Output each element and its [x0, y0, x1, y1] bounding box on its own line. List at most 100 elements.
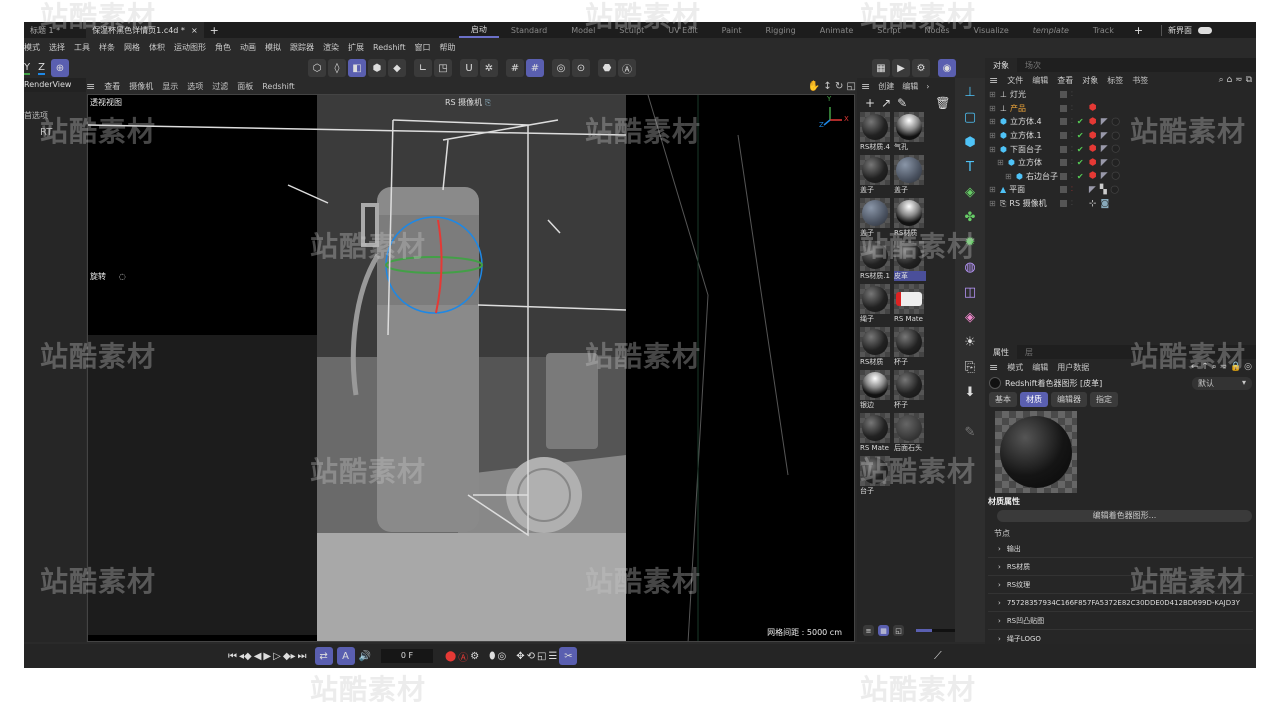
play-icon[interactable]: ▶	[263, 651, 271, 662]
tab-layers[interactable]: 层	[1017, 345, 1041, 359]
list-view-icon[interactable]: ≡	[863, 625, 874, 636]
edit-menu[interactable]: 编辑	[1032, 362, 1048, 373]
camera-tool-icon[interactable]: ⎘	[959, 356, 981, 378]
attribute-subtab[interactable]: 编辑器	[1051, 391, 1087, 407]
workspace-tab[interactable]: Sculpt	[607, 22, 656, 38]
scale-key-icon[interactable]: ◱	[537, 651, 546, 662]
auto-key-icon[interactable]: Ⓐ	[458, 649, 468, 664]
material-swatch[interactable]: 盖子	[860, 198, 892, 238]
material-swatch[interactable]: 杯子	[894, 327, 926, 367]
tree-expander[interactable]: ⊞	[989, 185, 997, 194]
visibility-dots[interactable]: ⁚	[1071, 186, 1073, 193]
tab-takes[interactable]: 场次	[1017, 58, 1049, 72]
material-swatch[interactable]: 杯子	[894, 370, 926, 410]
large-view-icon[interactable]: ◱	[893, 625, 904, 636]
material-tag-icon[interactable]: ⬢	[1089, 171, 1097, 181]
enabled-check-icon[interactable]: ✔	[1077, 131, 1085, 140]
enabled-check-icon[interactable]: ✔	[1077, 158, 1085, 167]
search-icon[interactable]: ⌕	[1212, 362, 1217, 372]
edit-icon[interactable]	[1060, 91, 1067, 99]
hamburger-icon[interactable]: ≡	[86, 80, 95, 93]
hamburger-icon[interactable]: ≡	[861, 80, 870, 93]
node-item[interactable]: › 输出	[988, 540, 1253, 558]
hamburger-icon[interactable]: ≡	[989, 361, 998, 374]
z-axis-toggle[interactable]: Z	[38, 62, 45, 75]
uvw-tag-icon[interactable]: ◤	[1101, 117, 1108, 127]
lock-icon[interactable]: 🔒	[1230, 362, 1241, 372]
material-ball-icon[interactable]: ●	[1112, 171, 1120, 181]
menu-item[interactable]: 渲染	[323, 42, 339, 53]
hamburger-icon[interactable]: ≡	[989, 74, 998, 87]
edit-icon[interactable]	[1060, 172, 1067, 180]
object-row[interactable]: ⊞ ⬢ 立方体 ⁚ ✔ ⬢ ◤ ●	[985, 156, 1256, 170]
next-key-icon[interactable]: ◆▸	[283, 651, 296, 662]
material-swatch[interactable]: RS材质	[860, 327, 892, 367]
menu-item[interactable]: 扩展	[348, 42, 364, 53]
viewport-menu-item[interactable]: 面板	[237, 81, 253, 92]
delete-icon[interactable]: 🗑	[935, 96, 950, 110]
preset-dropdown[interactable]: 默认 ▾	[1192, 376, 1252, 390]
menu-item[interactable]: 动画	[240, 42, 256, 53]
tab-objects[interactable]: 对象	[985, 58, 1017, 72]
filter-icon[interactable]: ≂	[1235, 75, 1243, 85]
auto-icon[interactable]: Ⓐ	[618, 59, 636, 77]
object-menu-item[interactable]: 标签	[1107, 75, 1123, 86]
pla-key-icon[interactable]: ✂	[559, 647, 578, 665]
add-tab-button[interactable]: +	[210, 24, 219, 37]
material-swatch[interactable]: RS材质.4	[860, 112, 892, 152]
camera-tag-icon[interactable]: ◙	[1100, 199, 1109, 209]
object-menu-item[interactable]: 编辑	[1032, 75, 1048, 86]
go-to-start-icon[interactable]: ⏮	[228, 651, 237, 662]
uvw-tag-icon[interactable]: ◤	[1101, 144, 1108, 154]
user-data-menu[interactable]: 用户数据	[1057, 362, 1089, 373]
enabled-check-icon[interactable]: ✔	[1077, 117, 1085, 126]
solo-icon[interactable]: ◳	[434, 59, 452, 77]
viewport-menu-item[interactable]: 摄像机	[129, 81, 153, 92]
spline-icon[interactable]: ▢	[959, 106, 981, 128]
edit-icon[interactable]	[1060, 159, 1067, 167]
material-tag-icon[interactable]: ⬢	[1089, 144, 1097, 154]
position-key-icon[interactable]: ✥	[516, 651, 524, 662]
tag-icon[interactable]: ⬇	[959, 381, 981, 403]
document-tab[interactable]: 标题 1 *	[24, 22, 66, 38]
redshift-icon[interactable]: ◉	[938, 59, 956, 77]
edit-icon[interactable]	[1060, 132, 1067, 140]
workspace-tab[interactable]: Rigging	[753, 22, 807, 38]
uvw-tag-icon[interactable]: ◤	[1101, 158, 1108, 168]
material-swatch[interactable]: 气孔	[894, 112, 926, 152]
workspace-tab[interactable]: Visualize	[962, 22, 1021, 38]
material-swatch[interactable]: 后面石头	[894, 413, 926, 453]
object-row[interactable]: ⊞ ▲ 平面 ⁚ ◤ ▚ ●	[985, 183, 1256, 197]
target-icon[interactable]: ◎	[1244, 362, 1252, 372]
menu-item[interactable]: 运动图形	[174, 42, 206, 53]
home-icon[interactable]: ⌂	[1227, 75, 1233, 85]
tab-attributes[interactable]: 属性	[985, 345, 1017, 359]
material-swatch[interactable]: 盖子	[894, 155, 926, 195]
maximize-icon[interactable]: ◱	[847, 81, 856, 92]
node-item[interactable]: › RS材质	[988, 558, 1253, 576]
render-settings-icon[interactable]: ⚙	[912, 59, 930, 77]
menu-item[interactable]: 网格	[124, 42, 140, 53]
workplane-icon[interactable]: #	[526, 59, 544, 77]
workspace-tab[interactable]: Track	[1081, 22, 1126, 38]
tree-expander[interactable]: ⊞	[989, 90, 997, 99]
material-swatch[interactable]: RS Mate	[860, 413, 892, 453]
move-icon[interactable]: ↕	[823, 81, 831, 92]
material-swatch[interactable]: 皮革	[894, 241, 926, 281]
tree-expander[interactable]: ⊞	[989, 145, 997, 154]
object-menu-item[interactable]: 文件	[1007, 75, 1023, 86]
edit-icon[interactable]	[1060, 200, 1067, 208]
node-item[interactable]: › RS纹理	[988, 576, 1253, 594]
visibility-dots[interactable]: ⁚	[1071, 200, 1073, 207]
y-axis-toggle[interactable]: Y	[24, 62, 31, 75]
eyedropper-icon[interactable]: ✎	[897, 96, 907, 110]
attribute-subtab[interactable]: 指定	[1090, 391, 1118, 407]
menu-item[interactable]: 模拟	[265, 42, 281, 53]
menu-item[interactable]: 窗口	[414, 42, 430, 53]
graph-editor-icon[interactable]: ⟋	[934, 649, 942, 663]
edit-icon[interactable]	[1060, 186, 1067, 194]
material-tag-icon[interactable]: ⬢	[1089, 117, 1097, 127]
edge-mode-icon[interactable]: ◧	[348, 59, 366, 77]
loop-icon[interactable]: ⇄	[314, 647, 333, 665]
text-icon[interactable]: T	[959, 156, 981, 178]
